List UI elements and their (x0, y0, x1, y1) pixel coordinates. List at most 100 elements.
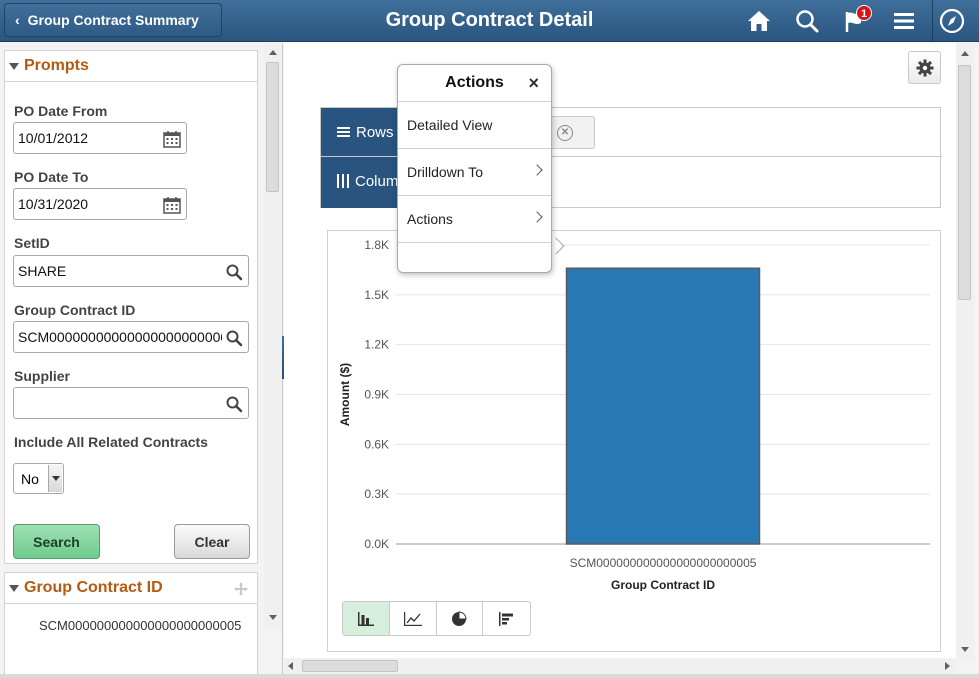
clear-button[interactable]: Clear (174, 524, 250, 559)
window-bottom-edge (0, 674, 979, 678)
scrollbar-thumb[interactable] (302, 660, 398, 672)
menu-item-detailed-view[interactable]: Detailed View (398, 102, 551, 149)
rows-label: Rows (356, 123, 394, 141)
group-contract-id-facet: Group Contract ID SCM0000000000000000000… (4, 572, 258, 678)
bar-chart-icon (357, 611, 374, 626)
y-tick-label: 0.6K (364, 437, 389, 451)
lookup-search-icon[interactable] (225, 263, 243, 281)
y-tick-label: 0.3K (364, 487, 389, 501)
chevron-right-icon (531, 164, 543, 176)
line-chart-icon (403, 611, 422, 626)
calendar-icon[interactable] (163, 130, 181, 148)
setid-field[interactable]: SHARE (13, 255, 249, 287)
main-vertical-scrollbar[interactable] (956, 43, 974, 658)
horizontal-bar-chart-icon (498, 611, 513, 626)
scrollbar-thumb[interactable] (958, 65, 971, 300)
columns-axis[interactable]: Colum (321, 157, 400, 205)
lookup-search-icon[interactable] (225, 395, 243, 413)
menu-item-drilldown-to[interactable]: Drilldown To (398, 149, 551, 196)
include-related-label: Include All Related Contracts (14, 434, 208, 450)
setid-label: SetID (14, 235, 50, 251)
y-axis-label: Amount ($) (338, 363, 352, 426)
settings-gear-button[interactable] (908, 51, 941, 84)
po-date-from-field[interactable]: 10/01/2012 (13, 122, 187, 154)
search-icon[interactable] (792, 6, 822, 36)
actions-popup: Actions × Detailed View Drilldown To Act… (397, 64, 552, 273)
scroll-down-arrow-icon[interactable] (961, 647, 969, 652)
page: ‹ Group Contract Summary Group Contract … (0, 0, 979, 678)
pie-chart-type-button[interactable] (437, 602, 484, 635)
popup-title: Actions (445, 74, 504, 91)
group-contract-id-facet-header[interactable]: Group Contract ID (5, 573, 257, 604)
search-button[interactable]: Search (13, 524, 100, 559)
group-contract-id-field[interactable]: SCM000000000000000000000005 (13, 321, 249, 353)
popup-header: Actions × (398, 65, 551, 102)
nav-divider (932, 0, 933, 42)
po-date-to-label: PO Date To (14, 169, 89, 185)
line-chart-type-button[interactable] (390, 602, 437, 635)
chevron-right-icon (531, 211, 543, 223)
main-content: Rows Colum ID ✕ 0.0K0.3K0.6K0.9K1.2K1.5K… (284, 43, 956, 658)
po-date-to-field[interactable]: 10/31/2020 (13, 188, 187, 220)
supplier-field[interactable] (13, 387, 249, 419)
back-button[interactable]: ‹ Group Contract Summary (4, 3, 222, 37)
x-tick-label: SCM000000000000000000000005 (570, 556, 757, 570)
collapse-triangle-icon (9, 62, 19, 70)
facet-value-item[interactable]: SCM000000000000000000000005 (39, 618, 241, 633)
close-icon[interactable]: × (528, 74, 539, 92)
y-tick-label: 1.8K (364, 238, 389, 252)
drag-handle-icon[interactable] (233, 581, 249, 602)
menu-item-label: Actions (407, 211, 453, 227)
prompts-title: Prompts (24, 57, 89, 74)
scroll-right-arrow-icon[interactable] (945, 662, 950, 670)
bar-chart: 0.0K 0.3K 0.6K 0.9K 1.2K 1.5K 1.8K SCM000000000… (338, 238, 930, 591)
remove-chip-icon[interactable]: ✕ (557, 124, 573, 141)
setid-value: SHARE (18, 263, 67, 279)
top-banner: ‹ Group Contract Summary Group Contract … (0, 0, 979, 42)
scroll-up-arrow-icon[interactable] (269, 50, 277, 55)
menu-item-actions[interactable]: Actions (398, 196, 551, 243)
group-contract-id-value: SCM000000000000000000000005 (18, 329, 222, 345)
y-tick-label: 1.2K (364, 338, 389, 352)
notifications-flag-icon[interactable]: 1 (840, 5, 872, 36)
chart-type-selector (342, 601, 531, 636)
collapse-triangle-icon (9, 584, 19, 592)
left-panel-scrollbar[interactable] (264, 44, 282, 628)
dropdown-arrow-icon (48, 465, 62, 492)
scrollbar-thumb[interactable] (266, 62, 279, 192)
y-tick-label: 0.9K (364, 388, 389, 402)
calendar-icon[interactable] (163, 196, 181, 214)
y-tick-label: 1.5K (364, 288, 389, 302)
home-icon[interactable] (744, 6, 774, 36)
prompts-header[interactable]: Prompts (5, 51, 257, 82)
po-date-from-value: 10/01/2012 (18, 130, 89, 146)
pivot-axis-labels: Rows Colum (321, 108, 400, 208)
rows-axis[interactable]: Rows (321, 108, 400, 156)
y-tick-label: 0.0K (364, 537, 389, 551)
scroll-up-arrow-icon[interactable] (961, 51, 969, 56)
chart-bar[interactable] (565, 267, 761, 545)
pie-chart-icon (452, 610, 467, 626)
include-related-select[interactable]: No (13, 463, 64, 494)
menu-item-label: Drilldown To (407, 164, 483, 180)
notification-badge: 1 (856, 5, 872, 21)
x-axis-label: Group Contract ID (611, 578, 715, 591)
include-related-value: No (21, 470, 39, 487)
po-date-from-label: PO Date From (14, 103, 108, 119)
chevron-left-icon: ‹ (15, 12, 20, 28)
horizontal-bar-chart-type-button[interactable] (483, 602, 530, 635)
facet-title: Group Contract ID (24, 579, 163, 596)
po-date-to-value: 10/31/2020 (18, 196, 89, 212)
rows-icon (337, 127, 350, 137)
scroll-left-arrow-icon[interactable] (288, 662, 293, 670)
gear-icon (916, 59, 933, 76)
menu-icon[interactable] (889, 6, 919, 36)
scroll-down-arrow-icon[interactable] (269, 615, 277, 620)
back-button-label: Group Contract Summary (27, 12, 199, 28)
bar-chart-type-button[interactable] (343, 602, 390, 635)
lookup-search-icon[interactable] (225, 329, 243, 347)
main-horizontal-scrollbar[interactable] (284, 658, 956, 674)
navbar-compass-icon[interactable] (937, 6, 967, 36)
menu-item-label: Detailed View (407, 117, 493, 133)
chart-container: 0.0K 0.3K 0.6K 0.9K 1.2K 1.5K 1.8K SCM000000000… (327, 230, 941, 652)
